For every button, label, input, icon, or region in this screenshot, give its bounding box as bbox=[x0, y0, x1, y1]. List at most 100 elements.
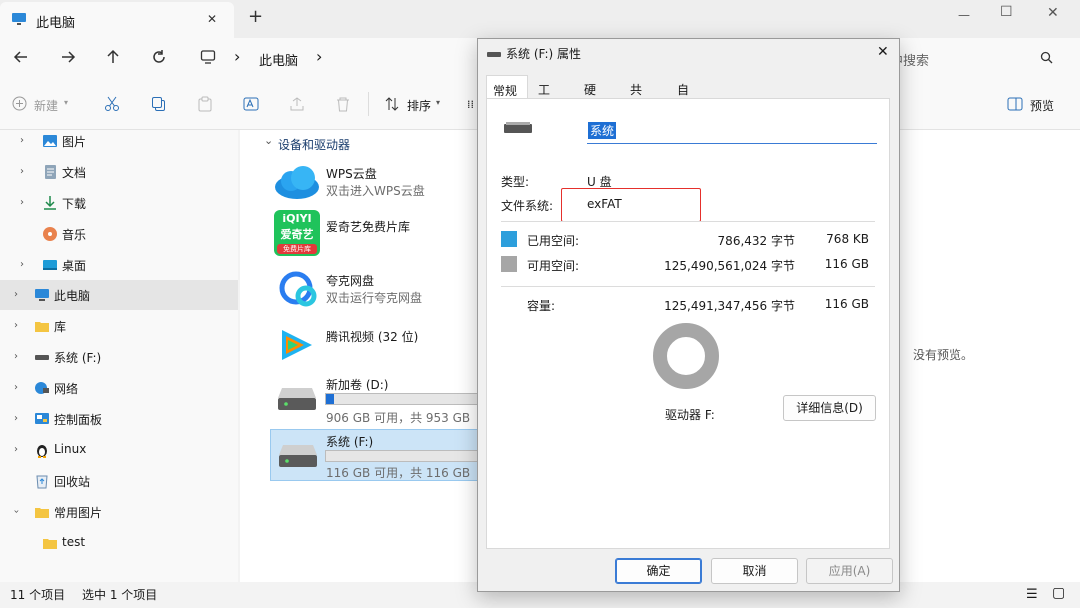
properties-dialog: 系统 (F:) 属性 ✕ 常规 工具 硬件 共享 自定义 系统 类型: U 盘 … bbox=[477, 38, 900, 592]
list-item[interactable]: 腾讯视频 (32 位) bbox=[270, 324, 480, 370]
tab-sharing[interactable]: 共享 bbox=[624, 75, 648, 114]
sort-button[interactable]: 排序 bbox=[407, 97, 431, 114]
chevron-right-icon[interactable]: › bbox=[20, 166, 24, 177]
details-button[interactable]: 详细信息(D) bbox=[783, 395, 876, 421]
navigation-pane: › 图片 › 文档 › 下载 音乐 › 桌面 › 此电脑 › 库 › 系统 (F… bbox=[0, 130, 245, 582]
sidebar-item-control-panel[interactable]: › 控制面板 bbox=[0, 404, 238, 434]
sidebar-item-documents[interactable]: › 文档 bbox=[0, 157, 238, 187]
chevron-right-icon[interactable]: › bbox=[14, 382, 18, 393]
folder-icon bbox=[34, 504, 50, 520]
ok-button[interactable]: 确定 bbox=[615, 558, 702, 584]
capacity-size: 116 GB bbox=[824, 297, 869, 311]
preview-button[interactable]: 预览 bbox=[1030, 97, 1054, 114]
tab-this-pc[interactable]: 此电脑 ✕ bbox=[0, 2, 234, 38]
tab-general[interactable]: 常规 bbox=[486, 75, 528, 99]
chevron-down-icon[interactable]: ⌄ bbox=[264, 134, 273, 147]
capacity-label: 容量: bbox=[527, 299, 556, 313]
refresh-icon[interactable] bbox=[151, 49, 167, 65]
sidebar-item-label: 下载 bbox=[62, 197, 87, 211]
dialog-close-button[interactable]: ✕ bbox=[877, 44, 889, 60]
capacity-bytes: 125,491,347,456 字节 bbox=[664, 299, 795, 313]
view-icon[interactable]: ⁞⁞ bbox=[467, 98, 474, 111]
filesystem-label: 文件系统: bbox=[501, 199, 554, 213]
chevron-right-icon[interactable]: › bbox=[14, 320, 18, 331]
breadcrumb-separator[interactable]: › bbox=[316, 47, 322, 66]
list-item[interactable]: WPS云盘 双击进入WPS云盘 bbox=[270, 160, 480, 206]
drive-usage-bar bbox=[325, 450, 480, 462]
list-item-drive-d[interactable]: 新加卷 (D:) 906 GB 可用，共 953 GB bbox=[270, 374, 480, 425]
chevron-right-icon[interactable]: › bbox=[20, 197, 24, 208]
list-item[interactable]: iQIYI 爱奇艺 免费片库 爱奇艺免费片库 bbox=[270, 210, 480, 258]
chevron-right-icon[interactable]: › bbox=[14, 444, 18, 455]
used-color-swatch bbox=[501, 231, 517, 247]
sidebar-item-desktop[interactable]: › 桌面 bbox=[0, 250, 238, 280]
download-icon bbox=[42, 195, 58, 211]
item-name: 新加卷 (D:) bbox=[326, 378, 389, 392]
chevron-right-icon[interactable]: › bbox=[14, 413, 18, 424]
new-plus-icon[interactable] bbox=[12, 96, 27, 111]
item-subtitle: 双击运行夸克网盘 bbox=[326, 291, 423, 305]
apply-button[interactable]: 应用(A) bbox=[806, 558, 893, 584]
chevron-right-icon[interactable]: › bbox=[20, 135, 24, 146]
chevron-down-icon[interactable]: › bbox=[11, 510, 22, 514]
preview-pane-icon[interactable] bbox=[1007, 97, 1023, 111]
volume-name-input[interactable]: 系统 bbox=[587, 118, 877, 144]
item-subtitle: 906 GB 可用，共 953 GB bbox=[326, 411, 471, 425]
back-arrow-icon[interactable] bbox=[13, 49, 29, 65]
iqiyi-logo: iQIYI 爱奇艺 免费片库 bbox=[274, 210, 320, 256]
monitor-outline-icon bbox=[200, 49, 216, 65]
breadcrumb-separator[interactable]: › bbox=[234, 47, 240, 66]
window-close-button[interactable]: ✕ bbox=[1047, 5, 1059, 21]
tab-close-icon[interactable]: ✕ bbox=[207, 12, 217, 26]
divider bbox=[501, 286, 875, 287]
sidebar-item-label: 库 bbox=[54, 320, 67, 334]
chevron-right-icon[interactable]: › bbox=[20, 259, 24, 270]
sidebar-item-label: test bbox=[62, 535, 86, 549]
sidebar-item-downloads[interactable]: › 下载 bbox=[0, 188, 238, 218]
wps-cloud-icon bbox=[273, 161, 321, 201]
selected-count: 选中 1 个项目 bbox=[82, 588, 158, 602]
share-icon[interactable] bbox=[289, 96, 305, 112]
minimize-button[interactable]: — bbox=[958, 8, 970, 22]
monitor-icon bbox=[34, 287, 50, 303]
sidebar-item-linux[interactable]: › Linux bbox=[0, 435, 238, 465]
tab-customize[interactable]: 自定义 bbox=[671, 75, 695, 131]
up-arrow-icon[interactable] bbox=[105, 49, 121, 65]
sidebar-item-common-pictures[interactable]: › 常用图片 bbox=[0, 497, 238, 527]
search-icon[interactable] bbox=[1040, 51, 1053, 64]
drive-icon bbox=[503, 121, 533, 135]
paste-icon[interactable] bbox=[197, 96, 213, 112]
delete-icon[interactable] bbox=[335, 96, 351, 112]
chevron-right-icon[interactable]: › bbox=[14, 289, 18, 300]
section-title[interactable]: 设备和驱动器 bbox=[278, 136, 350, 153]
sidebar-item-network[interactable]: › 网络 bbox=[0, 373, 238, 403]
chevron-right-icon[interactable]: › bbox=[14, 351, 18, 362]
sidebar-item-label: 桌面 bbox=[62, 259, 87, 273]
sidebar-item-drive-f[interactable]: › 系统 (F:) bbox=[0, 342, 238, 372]
tab-tools[interactable]: 工具 bbox=[532, 75, 556, 114]
forward-arrow-icon[interactable] bbox=[60, 49, 76, 65]
tiles-view-icon[interactable]: ▢ bbox=[1052, 585, 1065, 601]
copy-icon[interactable] bbox=[151, 96, 167, 112]
sidebar-item-library[interactable]: › 库 bbox=[0, 311, 238, 341]
drive-usage-fill bbox=[326, 394, 334, 404]
breadcrumb-this-pc[interactable]: 此电脑 bbox=[259, 50, 298, 69]
new-tab-button[interactable]: + bbox=[248, 6, 263, 27]
cancel-button[interactable]: 取消 bbox=[711, 558, 798, 584]
list-item-drive-f[interactable]: 系统 (F:) 116 GB 可用，共 116 GB bbox=[270, 429, 480, 481]
sort-icon[interactable] bbox=[384, 96, 400, 112]
sidebar-item-recycle-bin[interactable]: 回收站 bbox=[0, 466, 238, 496]
new-button[interactable]: 新建 bbox=[34, 97, 58, 114]
details-view-icon[interactable]: ☰ bbox=[1026, 587, 1038, 602]
sidebar-item-pictures[interactable]: › 图片 bbox=[0, 126, 238, 156]
sidebar-item-this-pc[interactable]: › 此电脑 bbox=[0, 280, 238, 310]
sidebar-item-music[interactable]: 音乐 bbox=[0, 219, 238, 249]
tab-hardware[interactable]: 硬件 bbox=[578, 75, 602, 114]
sidebar-item-label: Linux bbox=[54, 442, 87, 456]
drive-icon bbox=[34, 349, 50, 365]
list-item[interactable]: 夸克网盘 双击运行夸克网盘 bbox=[270, 268, 480, 314]
rename-icon[interactable] bbox=[243, 96, 259, 112]
sidebar-item-test[interactable]: test bbox=[0, 528, 238, 558]
maximize-button[interactable]: ☐ bbox=[1000, 4, 1013, 20]
cut-icon[interactable] bbox=[104, 96, 120, 112]
